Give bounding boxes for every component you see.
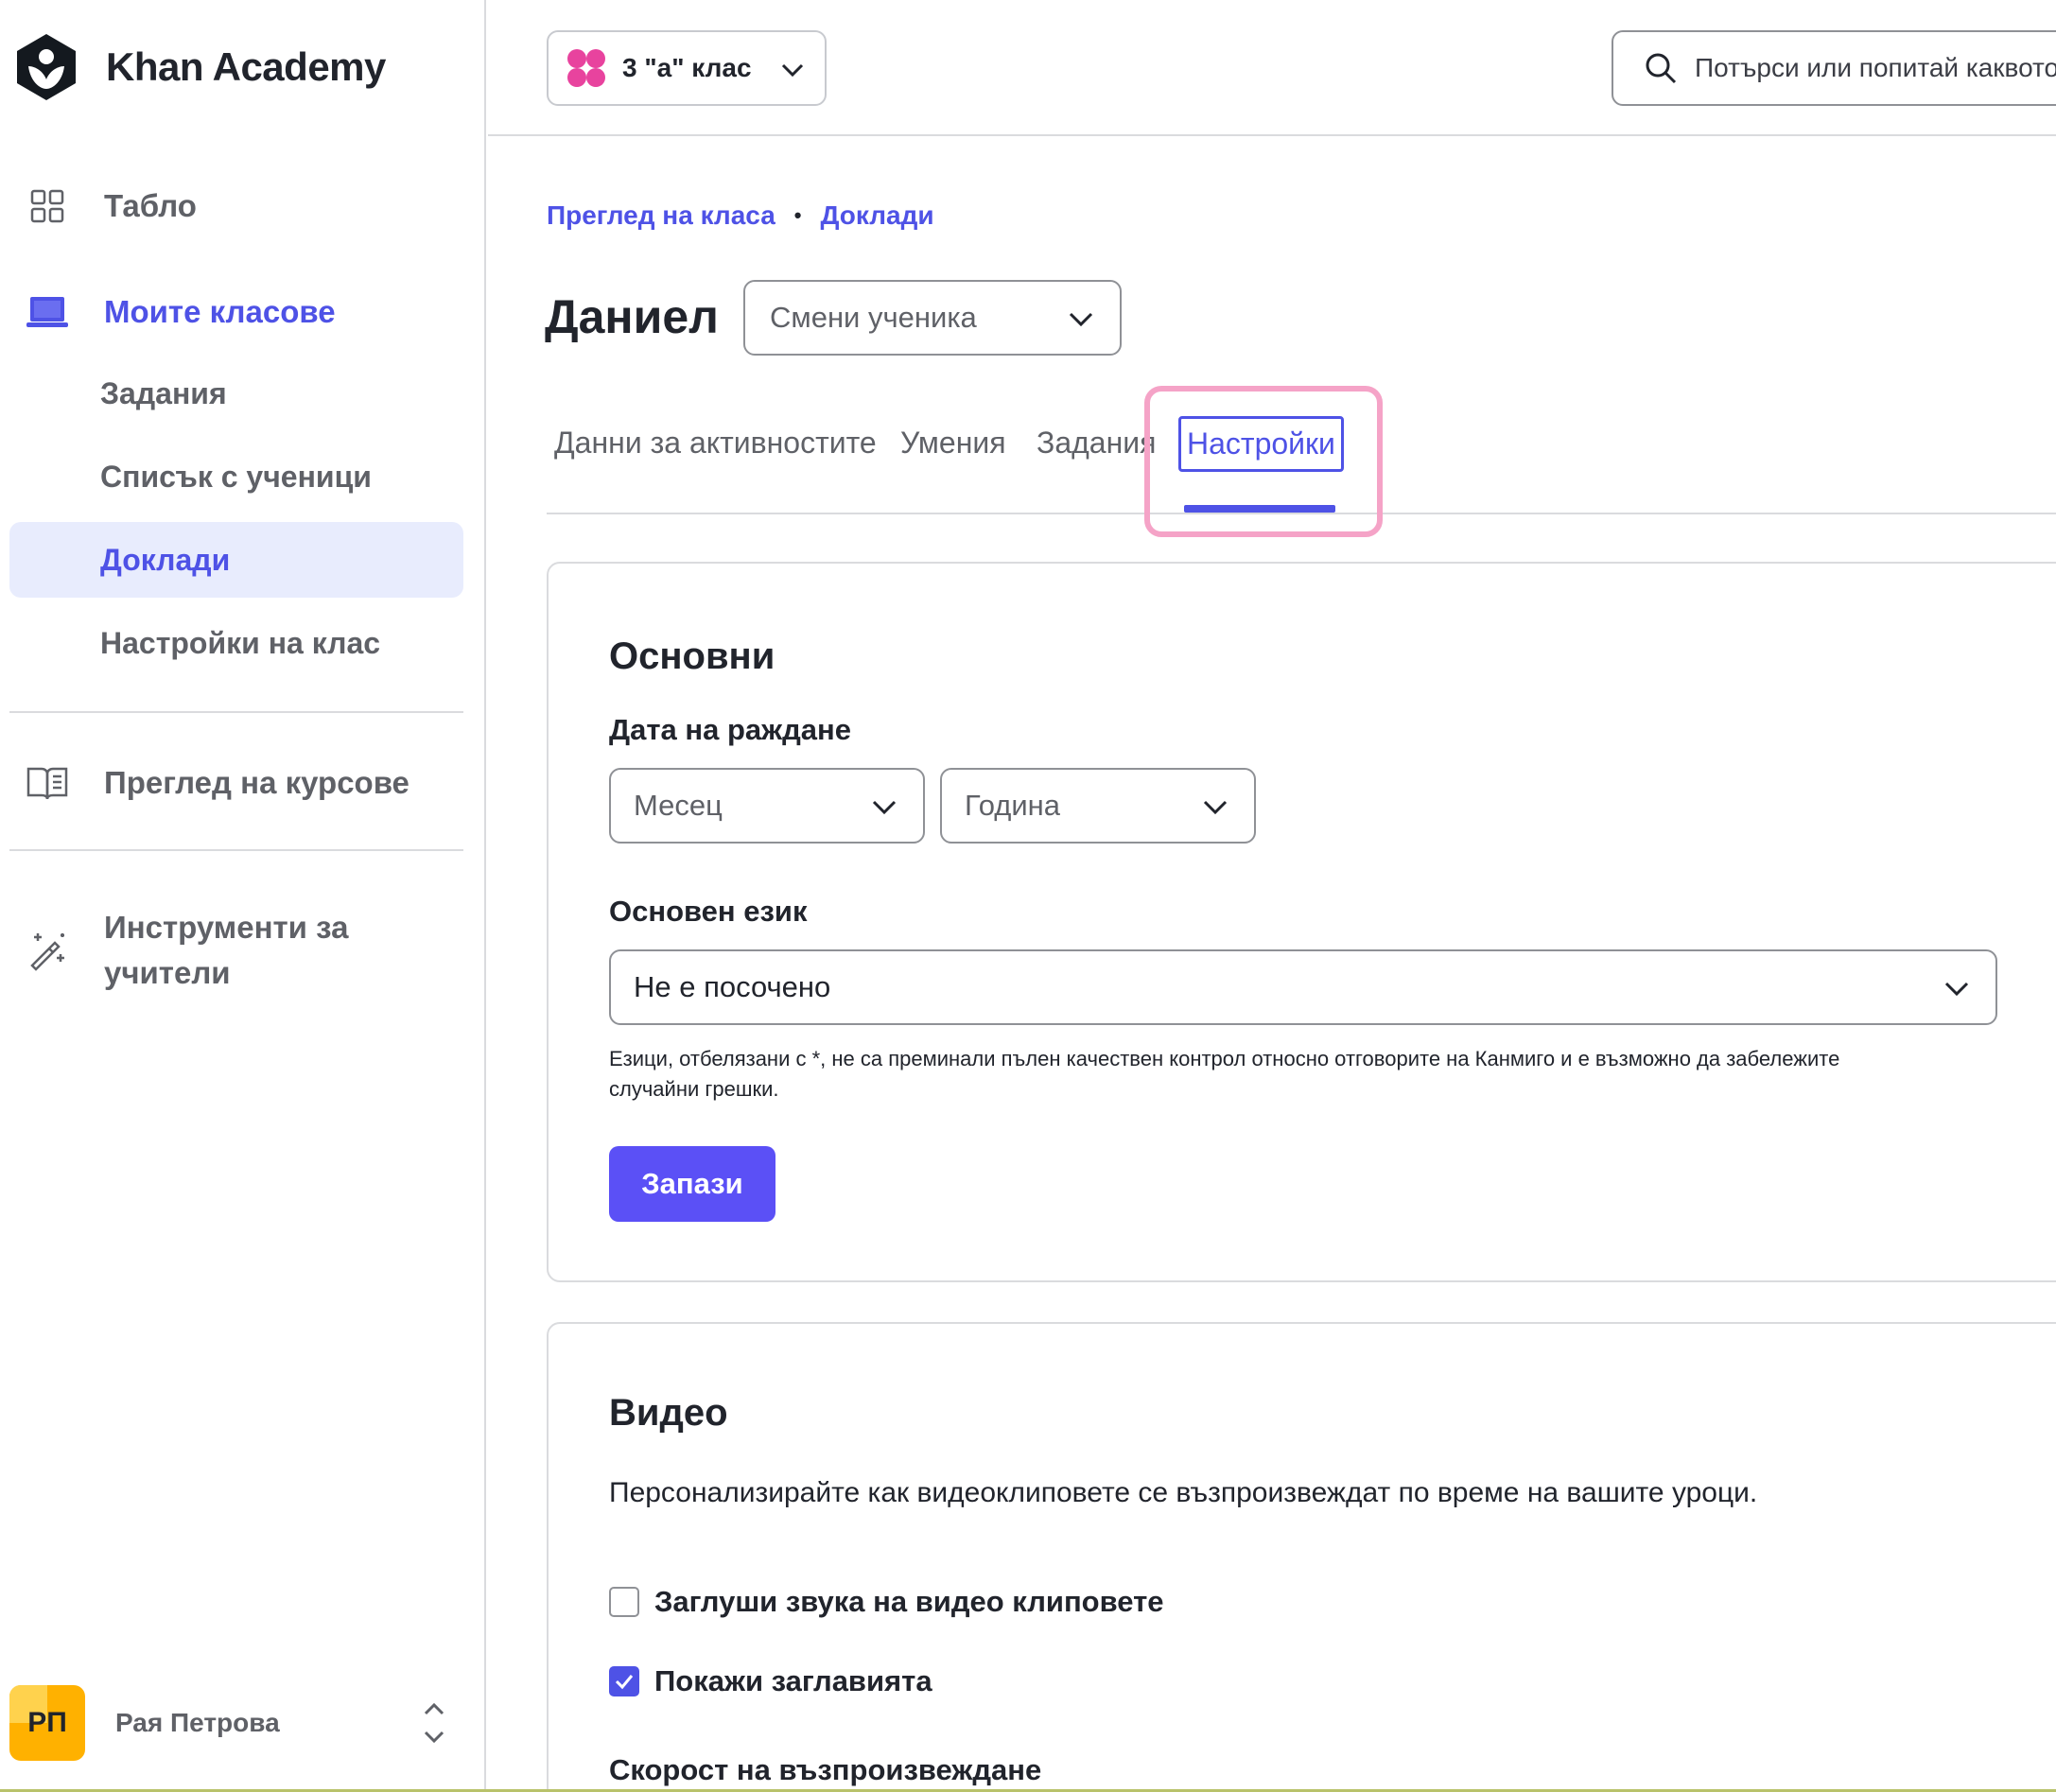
video-description: Персонализирайте как видеоклиповете се в… [609,1477,1758,1508]
sidebar-divider [9,711,463,713]
khan-academy-logo-icon [17,34,76,100]
year-placeholder: Година [965,789,1061,822]
year-select[interactable]: Година [940,768,1256,844]
sidebar-item-dashboard[interactable]: Табло [0,180,486,233]
sidebar-item-label: Моите класове [104,294,336,329]
dashboard-grid-icon [26,185,68,227]
mute-videos-checkbox[interactable] [609,1587,639,1617]
sidebar-item-label: Преглед на курсове [104,765,409,800]
khan-academy-logo[interactable]: Khan Academy [13,32,386,102]
class-flower-icon [567,49,605,87]
tab-skills[interactable]: Умения [900,426,1006,461]
month-select[interactable]: Месец [609,768,925,844]
sidebar-subitem-reports[interactable]: Доклади [100,543,230,578]
class-switcher[interactable]: 3 "а" клас [547,30,827,106]
sidebar-subitem-class-settings[interactable]: Настройки на клас [100,626,380,661]
search-placeholder: Потърси или попитай каквото и [1695,53,2056,82]
chevron-down-icon [1203,800,1228,815]
playback-speed-label: Скорост на възпроизвеждане [609,1753,1042,1786]
tab-activity[interactable]: Данни за активностите [554,426,877,461]
show-captions-option[interactable]: Покажи заглавията [609,1664,932,1698]
video-title: Видео [609,1392,728,1434]
show-captions-checkbox[interactable] [609,1666,639,1696]
top-bar: 3 "а" клас Потърси или попитай каквото и [488,0,2056,136]
sidebar-item-label: Инструменти за учители [104,910,349,990]
mute-videos-option[interactable]: Заглуши звука на видео клиповете [609,1585,1164,1619]
breadcrumb-class-overview[interactable]: Преглед на класа [547,200,775,231]
sidebar-item-browse-courses[interactable]: Преглед на курсове [0,757,486,809]
mute-videos-label: Заглуши звука на видео клиповете [654,1585,1164,1618]
classroom-board-icon [26,291,68,333]
user-name: Рая Петрова [115,1708,280,1737]
search-icon [1646,53,1677,84]
basics-title: Основни [609,635,775,677]
breadcrumb-separator: • [793,203,802,227]
switch-student-placeholder: Смени ученика [770,301,977,334]
birth-date-label: Дата на раждане [609,713,851,746]
chevron-up-down-icon [424,1702,444,1744]
breadcrumb-reports[interactable]: Доклади [820,200,933,231]
chevron-down-icon [1069,312,1093,327]
sidebar-subitem-reports-active[interactable] [9,522,463,598]
chevron-down-icon [872,800,897,815]
sidebar: Khan Academy Табло Моите класове Задания… [0,0,486,1792]
brand-name: Khan Academy [106,44,386,89]
page-title: Даниел [545,290,719,343]
language-value: Не е посочено [634,970,831,1003]
open-book-icon [26,762,68,804]
chevron-down-icon [781,63,804,78]
language-label: Основен език [609,895,808,928]
checkmark-icon [615,1675,634,1690]
switch-student-select[interactable]: Смени ученика [743,280,1122,356]
video-card: Видео Персонализирайте как видеоклиповет… [547,1322,2056,1792]
tab-highlight-annotation [1144,386,1383,537]
class-name: 3 "а" клас [622,53,752,82]
month-placeholder: Месец [634,789,723,822]
breadcrumb: Преглед на класа • Доклади [547,200,934,231]
language-select[interactable]: Не е посочено [609,949,1997,1025]
show-captions-label: Покажи заглавията [654,1664,932,1697]
chevron-down-icon [1944,982,1969,997]
sidebar-item-my-classes[interactable]: Моите класове [0,286,486,339]
sidebar-subitem-assignments[interactable]: Задания [100,376,227,411]
search-input[interactable]: Потърси или попитай каквото и [1612,30,2056,106]
basics-card: Основни Дата на раждане Месец Година Осн… [547,562,2056,1282]
sidebar-item-label: Табло [104,188,197,223]
language-note: Езици, отбелязани с *, не са преминали п… [609,1047,1840,1101]
avatar-initials: РП [27,1707,67,1738]
user-menu[interactable]: РП Рая Петрова [9,1685,463,1761]
magic-wand-icon [26,930,68,971]
sidebar-divider [9,849,463,851]
sidebar-subitem-roster[interactable]: Списък с ученици [100,460,372,495]
sidebar-item-teacher-tools[interactable]: Инструменти за учители [0,898,486,1002]
save-button[interactable]: Запази [609,1146,775,1222]
avatar: РП [9,1685,85,1761]
